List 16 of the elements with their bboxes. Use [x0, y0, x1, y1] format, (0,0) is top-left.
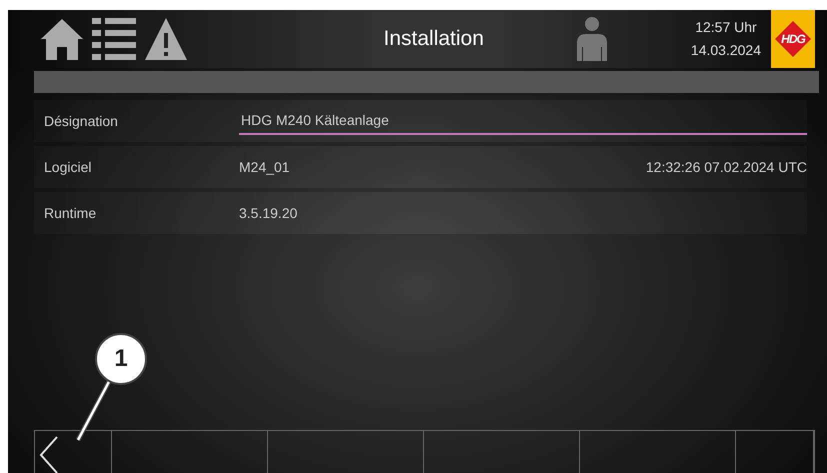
field-label: Runtime	[43, 204, 98, 222]
list-icon[interactable]	[92, 18, 136, 60]
field-timestamp: 12:32:26 07.02.2024 UTC	[646, 158, 807, 176]
field-value: 3.5.19.20	[239, 204, 298, 222]
clock-date: 14.03.2024	[690, 41, 761, 60]
page-title: Installation	[384, 26, 484, 52]
home-icon[interactable]	[40, 17, 84, 61]
warning-icon[interactable]	[144, 17, 188, 61]
logo: HDG	[771, 10, 815, 68]
field-label: Logiciel	[43, 158, 92, 177]
user-icon[interactable]	[576, 17, 607, 61]
field-label: Désignation	[43, 112, 119, 131]
text-field[interactable]: HDG M240 Kälteanlage	[239, 107, 807, 135]
callout-number: 1	[95, 333, 147, 385]
field-value: M24_01	[239, 158, 291, 177]
clock-time: 12:57 Uhr	[694, 18, 758, 37]
